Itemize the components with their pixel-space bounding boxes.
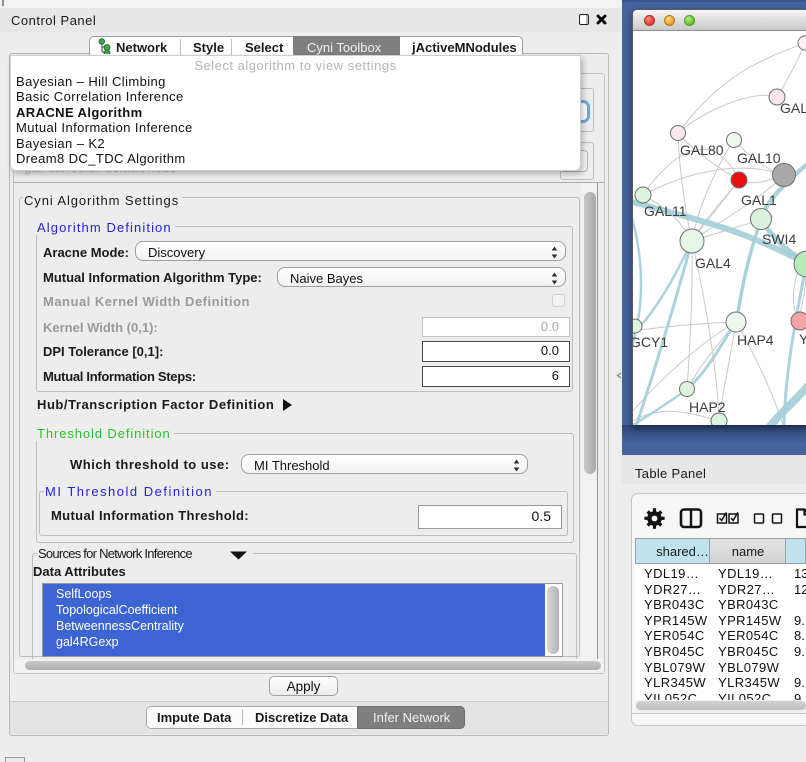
svg-text:GAL10: GAL10 (737, 150, 781, 166)
svg-text:GCY1: GCY1 (633, 334, 668, 350)
svg-text:GAL80: GAL80 (680, 142, 724, 158)
svg-text:HAP4: HAP4 (737, 332, 774, 348)
svg-text:Y: Y (799, 331, 806, 347)
svg-text:GAL2: GAL2 (780, 100, 806, 116)
svg-text:HAP2: HAP2 (689, 399, 726, 415)
svg-text:GAL1: GAL1 (741, 192, 777, 208)
svg-text:GAL11: GAL11 (644, 203, 687, 219)
svg-text:GAL4: GAL4 (695, 255, 731, 271)
svg-text:SWI4: SWI4 (762, 231, 796, 247)
